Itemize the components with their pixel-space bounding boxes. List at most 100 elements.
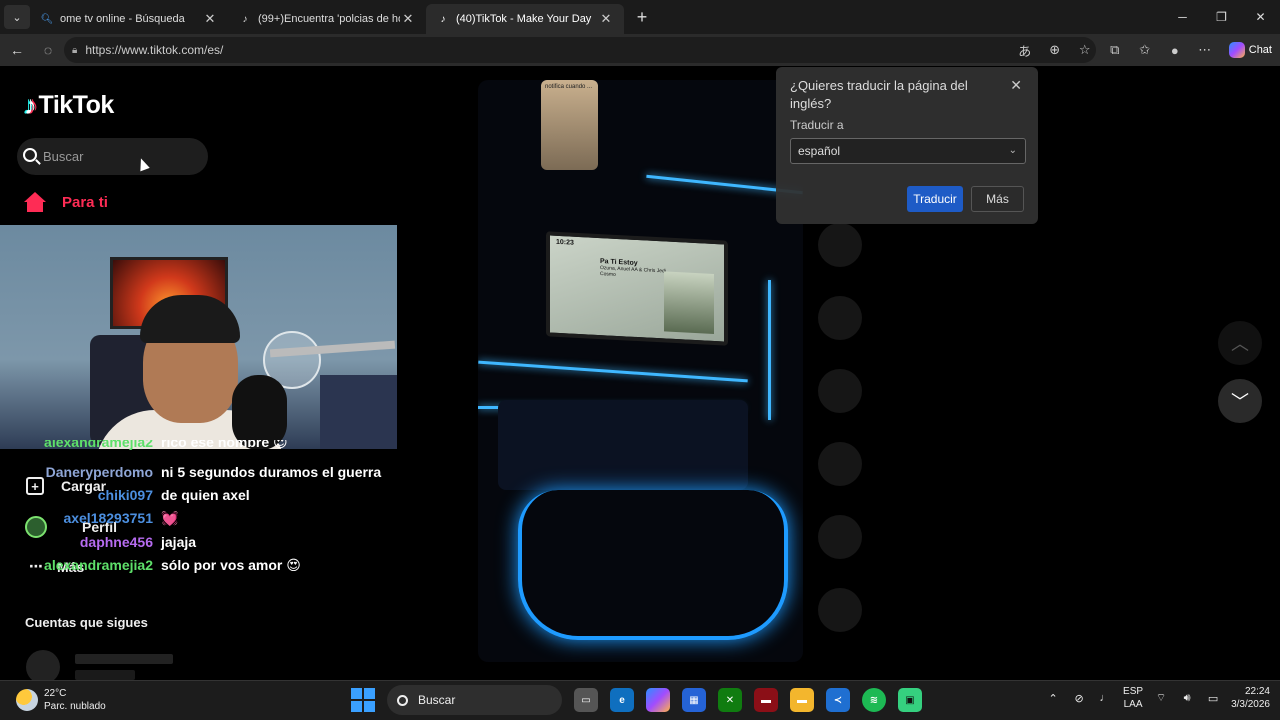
temperature: 22°C bbox=[44, 688, 67, 699]
tiktok-icon: ♪ bbox=[440, 13, 446, 25]
bed bbox=[320, 375, 397, 449]
language-code: ESP bbox=[1123, 686, 1144, 697]
windows-start-icon[interactable] bbox=[351, 688, 375, 712]
tab-actions-menu[interactable]: ⌄ bbox=[4, 5, 30, 29]
favorites-icon[interactable]: ✩ bbox=[1133, 37, 1157, 63]
game-app-icon[interactable]: ▬ bbox=[754, 688, 778, 712]
tab-title: ome tv online - Búsqueda bbox=[60, 13, 185, 25]
back-arrow-icon[interactable]: ← bbox=[3, 36, 31, 64]
url-field[interactable]: 🔒︎ https://www.tiktok.com/es/ bbox=[64, 37, 1096, 63]
car-console bbox=[498, 400, 748, 490]
clock-time: 22:24 bbox=[1244, 686, 1270, 697]
chat-text: ni 5 segundos duramos el guerra bbox=[161, 464, 382, 480]
next-video-button[interactable]: ﹀ bbox=[1218, 379, 1262, 423]
tab-title: (99+)Encuentra 'polcias de hondu bbox=[258, 13, 400, 25]
following-subtitle-placeholder bbox=[75, 670, 135, 680]
weather-description: Parc. nublado bbox=[44, 701, 106, 712]
battery-icon[interactable]: ▭ bbox=[1205, 692, 1221, 705]
ambient-light-strip bbox=[768, 280, 771, 420]
chevron-up-icon: ︿ bbox=[1231, 334, 1249, 354]
xbox-icon[interactable]: ✕ bbox=[718, 688, 742, 712]
edge-icon[interactable]: e bbox=[610, 688, 634, 712]
search-placeholder: Buscar bbox=[43, 149, 84, 164]
translate-icon[interactable]: あ bbox=[1013, 37, 1037, 63]
translate-button[interactable]: Traducir bbox=[907, 186, 963, 212]
network-off-icon[interactable]: ⊘ bbox=[1071, 692, 1087, 705]
ambient-light-strip bbox=[478, 360, 748, 383]
nav-for-you[interactable]: Para ti bbox=[24, 192, 108, 212]
close-icon[interactable]: ✕ bbox=[202, 11, 218, 27]
clock[interactable]: 22:24 3/3/2026 bbox=[1231, 685, 1270, 711]
windows-taskbar: 22°C Parc. nublado Buscar ▭ e ▦ ✕ ▬ ▬ ≺ … bbox=[0, 680, 1280, 720]
clock-date: 3/3/2026 bbox=[1231, 699, 1270, 710]
minimize-icon[interactable]: ─ bbox=[1163, 0, 1202, 34]
lock-icon[interactable]: 🔒︎ bbox=[72, 45, 77, 56]
chat-text: sólo por vos amor 😍 bbox=[161, 557, 301, 573]
chat-username: axel18293751 bbox=[63, 510, 153, 526]
streamer-cap bbox=[140, 295, 240, 343]
chevron-up-icon[interactable]: ⌃ bbox=[1045, 692, 1061, 705]
tiktok-icon: ♪ bbox=[242, 13, 248, 25]
chat-username: alexandramejia2 bbox=[44, 440, 153, 450]
new-tab-button[interactable]: + bbox=[628, 3, 656, 31]
chat-label: Chat bbox=[1248, 44, 1272, 56]
store-icon[interactable]: ▦ bbox=[682, 688, 706, 712]
close-icon[interactable]: ✕ bbox=[1010, 77, 1022, 94]
weather-widget[interactable]: 22°C Parc. nublado bbox=[16, 687, 106, 713]
previous-video-button[interactable]: ︿ bbox=[1218, 321, 1262, 365]
video-player[interactable]: notifica cuando ... 10:23 Pa Ti Estoy Oz… bbox=[478, 80, 803, 662]
action-button[interactable] bbox=[818, 369, 862, 413]
language-select[interactable]: español ⌄ bbox=[790, 138, 1026, 164]
tiktok-logo[interactable]: ♪ TikTok bbox=[24, 90, 114, 121]
taskbar-apps: Buscar ▭ e ▦ ✕ ▬ ▬ ≺ ≋ ▣ bbox=[351, 685, 922, 715]
taskbar-search-label: Buscar bbox=[418, 693, 456, 707]
search-icon bbox=[397, 694, 408, 706]
tab-title: (40)TikTok - Make Your Day bbox=[456, 13, 592, 25]
tab-tiktok-home[interactable]: ♪ (40)TikTok - Make Your Day ✕ bbox=[426, 4, 624, 34]
action-button[interactable] bbox=[818, 515, 862, 559]
tab-tiktok-search[interactable]: ♪ (99+)Encuentra 'polcias de hondu ✕ bbox=[228, 4, 426, 34]
chat-username: alexandramejia2 bbox=[44, 557, 153, 573]
file-explorer-icon[interactable]: ▬ bbox=[790, 688, 814, 712]
action-button[interactable] bbox=[818, 442, 862, 486]
more-options-button[interactable]: Más bbox=[971, 186, 1024, 212]
tiktok-note-icon: ♪ bbox=[24, 90, 37, 120]
url-text: https://www.tiktok.com/es/ bbox=[85, 43, 224, 57]
maximize-icon[interactable]: ❐ bbox=[1202, 0, 1241, 34]
zoom-icon[interactable]: ⊕ bbox=[1043, 37, 1067, 63]
nav-for-you-label: Para ti bbox=[62, 193, 108, 211]
language-value: español bbox=[798, 144, 841, 158]
input-language[interactable]: ESP LAA bbox=[1123, 685, 1143, 711]
tab-bing-search[interactable]: 🔍︎ ome tv online - Búsqueda ✕ bbox=[30, 4, 228, 34]
more-menu-icon[interactable]: ⋯ bbox=[1193, 37, 1217, 63]
search-input[interactable]: Buscar bbox=[17, 138, 208, 175]
close-window-icon[interactable]: ✕ bbox=[1241, 0, 1280, 34]
action-button[interactable] bbox=[818, 296, 862, 340]
favorite-star-icon[interactable]: ☆ bbox=[1073, 37, 1097, 63]
chevron-down-icon: ﹀ bbox=[1231, 392, 1249, 412]
spotify-icon[interactable]: ≋ bbox=[862, 688, 886, 712]
translate-to-label: Traducir a bbox=[790, 118, 844, 132]
translate-popup: ¿Quieres traducir la página del inglés? … bbox=[776, 67, 1038, 224]
translate-buttons: Traducir Más bbox=[907, 186, 1024, 212]
profile-avatar-icon[interactable]: ● bbox=[1163, 37, 1187, 63]
close-icon[interactable]: ✕ bbox=[400, 11, 416, 27]
loading-icon[interactable]: ◌ bbox=[34, 36, 62, 64]
close-icon[interactable]: ✕ bbox=[598, 11, 614, 27]
action-button[interactable] bbox=[818, 223, 862, 267]
chat-username: chiki097 bbox=[97, 487, 153, 503]
streaming-app-icon[interactable]: ▣ bbox=[898, 688, 922, 712]
following-header: Cuentas que sigues bbox=[25, 615, 148, 630]
volume-icon[interactable]: 🔊︎ bbox=[1179, 692, 1195, 705]
vscode-icon[interactable]: ≺ bbox=[826, 688, 850, 712]
album-art bbox=[664, 271, 714, 335]
copilot-chat-button[interactable]: Chat bbox=[1228, 42, 1272, 58]
task-view-icon[interactable]: ▭ bbox=[574, 688, 598, 712]
browser-toolbar: あ ⊕ ☆ ⧉ ✩ ● ⋯ Chat bbox=[1013, 37, 1272, 63]
copilot-app-icon[interactable] bbox=[646, 688, 670, 712]
wifi-icon[interactable]: ⌔ bbox=[1153, 691, 1169, 705]
action-button[interactable] bbox=[818, 588, 862, 632]
microphone-icon[interactable]: ♩ bbox=[1097, 692, 1113, 704]
extensions-icon[interactable]: ⧉ bbox=[1103, 37, 1127, 63]
taskbar-search[interactable]: Buscar bbox=[387, 685, 562, 715]
